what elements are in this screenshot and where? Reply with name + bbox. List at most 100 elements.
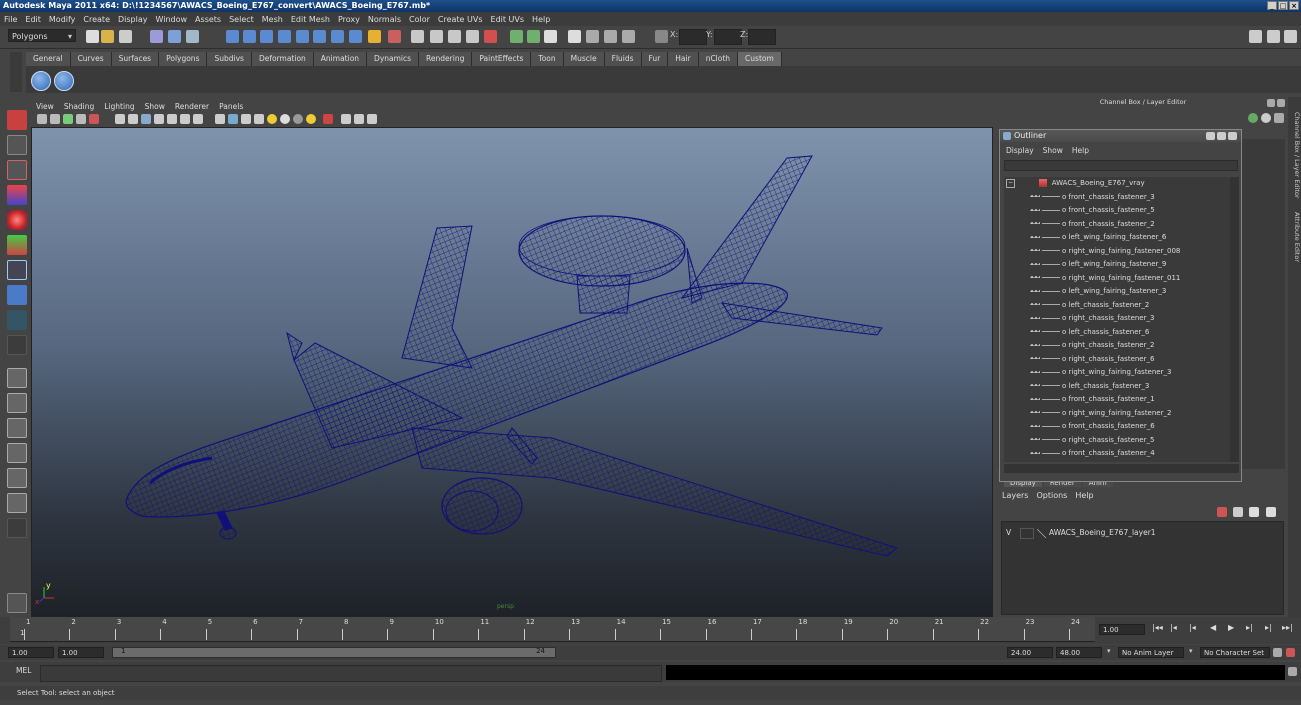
input-connections-icon[interactable] bbox=[510, 30, 523, 43]
safe-action-icon[interactable] bbox=[180, 114, 190, 124]
command-language-label[interactable]: MEL bbox=[16, 666, 31, 675]
select-by-deformation-icon[interactable] bbox=[296, 30, 309, 43]
go-to-end-icon[interactable]: ▸▸| bbox=[1282, 623, 1293, 632]
menu-window[interactable]: Window bbox=[152, 15, 192, 24]
move-up-layer-icon[interactable] bbox=[1249, 507, 1259, 517]
backface-culling-icon[interactable] bbox=[367, 114, 377, 124]
snap-to-curve-icon[interactable] bbox=[430, 30, 443, 43]
outliner-maximize-icon[interactable] bbox=[1217, 132, 1226, 140]
select-component-icon[interactable] bbox=[186, 30, 199, 43]
menu-assets[interactable]: Assets bbox=[191, 15, 225, 24]
character-set-dropdown[interactable]: No Character Set bbox=[1200, 647, 1270, 658]
outliner-item[interactable]: o right_chassis_fastener_3 bbox=[1004, 312, 1230, 325]
menu-mesh[interactable]: Mesh bbox=[258, 15, 287, 24]
save-scene-icon[interactable] bbox=[119, 30, 132, 43]
panel-menu-view[interactable]: View bbox=[31, 102, 59, 111]
image-plane-icon[interactable] bbox=[76, 114, 86, 124]
render-globals-icon[interactable] bbox=[7, 593, 27, 613]
persp-outliner-layout-icon[interactable] bbox=[7, 418, 27, 438]
select-by-surface-icon[interactable] bbox=[278, 30, 291, 43]
show-attribute-editor-icon[interactable] bbox=[1267, 30, 1280, 43]
open-scene-icon[interactable] bbox=[101, 30, 114, 43]
outliner-item[interactable]: o left_chassis_fastener_3 bbox=[1004, 380, 1230, 393]
paint-select-tool-icon[interactable] bbox=[7, 160, 27, 180]
select-by-joint-icon[interactable] bbox=[243, 30, 256, 43]
lasso-tool-icon[interactable] bbox=[7, 135, 27, 155]
close-button[interactable]: × bbox=[1289, 1, 1299, 10]
layer-type-toggle[interactable] bbox=[1020, 527, 1034, 539]
scale-tool-icon[interactable] bbox=[7, 235, 27, 255]
time-ruler[interactable]: 1 2 3 4 5 6 7 8 9 10 11 12 13 14 15 16 17 18 19 20 21 22 23 24 1 bbox=[10, 617, 1095, 642]
layer-color-swatch[interactable] bbox=[1037, 528, 1046, 538]
channel-box-sync-icon[interactable] bbox=[1261, 113, 1271, 123]
panel-menu-lighting[interactable]: Lighting bbox=[99, 102, 139, 111]
step-back-frame-icon[interactable]: |◂ bbox=[1189, 623, 1196, 632]
render-view-icon[interactable] bbox=[568, 30, 581, 43]
shelf-menu-icon[interactable] bbox=[10, 52, 22, 92]
layer-menu-layers[interactable]: Layers bbox=[1002, 491, 1028, 500]
z-field[interactable] bbox=[748, 29, 776, 45]
grid-icon[interactable] bbox=[115, 114, 125, 124]
current-frame-field[interactable]: 1.00 bbox=[1099, 624, 1145, 635]
safe-title-icon[interactable] bbox=[193, 114, 203, 124]
resolution-gate-icon[interactable] bbox=[141, 114, 151, 124]
menu-edit-uvs[interactable]: Edit UVs bbox=[487, 15, 529, 24]
render-current-frame-icon[interactable] bbox=[586, 30, 599, 43]
shelf-tab-general[interactable]: General bbox=[26, 52, 71, 66]
twod-pan-zoom-icon[interactable] bbox=[89, 114, 99, 124]
outliner-item[interactable]: o right_wing_fairing_fastener_011 bbox=[1004, 272, 1230, 285]
y-field[interactable] bbox=[714, 29, 742, 45]
panel-menu-panels[interactable]: Panels bbox=[214, 102, 248, 111]
outliner-persp-layout-icon[interactable] bbox=[7, 493, 27, 513]
shelf-tab-subdivs[interactable]: Subdivs bbox=[207, 52, 252, 66]
persp-graph-layout-icon[interactable] bbox=[7, 443, 27, 463]
panel-menu-show[interactable]: Show bbox=[140, 102, 170, 111]
snap-to-point-icon[interactable] bbox=[448, 30, 461, 43]
menu-help[interactable]: Help bbox=[528, 15, 554, 24]
outliner-item[interactable]: o front_chassis_fastener_1 bbox=[1004, 393, 1230, 406]
highlight-selection-icon[interactable] bbox=[388, 30, 401, 43]
panel-menu-renderer[interactable]: Renderer bbox=[170, 102, 214, 111]
gate-mask-icon[interactable] bbox=[154, 114, 164, 124]
play-backwards-icon[interactable]: ◀ bbox=[1210, 623, 1216, 632]
all-lights-icon[interactable] bbox=[280, 114, 290, 124]
xray-icon[interactable] bbox=[341, 114, 351, 124]
new-scene-icon[interactable] bbox=[86, 30, 99, 43]
outliner-item[interactable]: o front_chassis_fastener_3 bbox=[1004, 191, 1230, 204]
film-gate-icon[interactable] bbox=[128, 114, 138, 124]
menu-create-uvs[interactable]: Create UVs bbox=[434, 15, 487, 24]
step-back-key-icon[interactable]: |◂ bbox=[1170, 623, 1177, 632]
outliner-item[interactable]: o front_chassis_fastener_5 bbox=[1004, 204, 1230, 217]
numeric-input-icon[interactable] bbox=[655, 30, 668, 43]
outliner-menu-show[interactable]: Show bbox=[1043, 146, 1063, 155]
outliner-root-row[interactable]: − AWACS_Boeing_E767_vray bbox=[1004, 177, 1230, 190]
move-down-layer-icon[interactable] bbox=[1266, 507, 1276, 517]
select-object-icon[interactable] bbox=[168, 30, 181, 43]
minimize-button[interactable]: _ bbox=[1267, 1, 1277, 10]
shelf-tab-muscle[interactable]: Muscle bbox=[563, 52, 605, 66]
end-time-field[interactable]: 48.00 bbox=[1056, 647, 1102, 658]
bookmarks-icon[interactable] bbox=[63, 114, 73, 124]
snap-to-grid-icon[interactable] bbox=[411, 30, 424, 43]
menu-proxy[interactable]: Proxy bbox=[334, 15, 364, 24]
shelf-tab-dynamics[interactable]: Dynamics bbox=[367, 52, 420, 66]
show-tool-settings-icon[interactable] bbox=[1284, 30, 1297, 43]
last-tool-icon[interactable] bbox=[7, 335, 27, 355]
smooth-shade-icon[interactable] bbox=[228, 114, 238, 124]
menu-edit[interactable]: Edit bbox=[21, 15, 45, 24]
wireframe-icon[interactable] bbox=[215, 114, 225, 124]
menu-display[interactable]: Display bbox=[114, 15, 152, 24]
layer-row[interactable]: V AWACS_Boeing_E767_layer1 bbox=[1006, 527, 1156, 539]
time-slider[interactable]: 1 2 3 4 5 6 7 8 9 10 11 12 13 14 15 16 17 18 19 20 21 22 23 24 1… bbox=[0, 617, 1301, 644]
layer-menu-help[interactable]: Help bbox=[1075, 491, 1093, 500]
shelf-scroll-icon[interactable] bbox=[1287, 52, 1297, 92]
menu-normals[interactable]: Normals bbox=[364, 15, 405, 24]
select-by-dynamic-icon[interactable] bbox=[313, 30, 326, 43]
menu-color[interactable]: Color bbox=[405, 15, 434, 24]
field-chart-icon[interactable] bbox=[167, 114, 177, 124]
make-live-icon[interactable] bbox=[484, 30, 497, 43]
lock-selection-icon[interactable] bbox=[368, 30, 381, 43]
camera-attributes-icon[interactable] bbox=[50, 114, 60, 124]
outliner-item[interactable]: o right_chassis_fastener_6 bbox=[1004, 353, 1230, 366]
menu-edit-mesh[interactable]: Edit Mesh bbox=[287, 15, 334, 24]
